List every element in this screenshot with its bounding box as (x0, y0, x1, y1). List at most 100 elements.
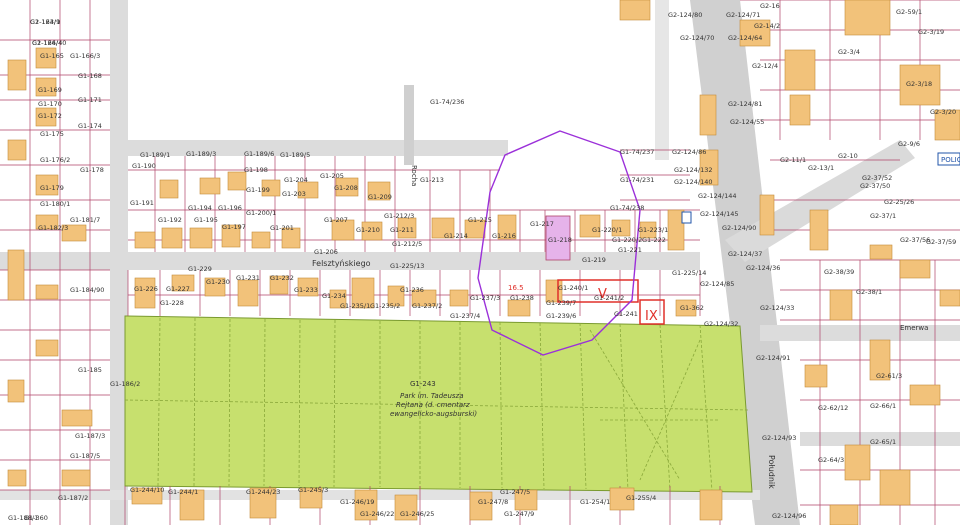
parcel-label: G1-220/1 (592, 226, 622, 234)
parcel-label: G1-244/1 (168, 488, 198, 496)
parcel-label: G1-189/1 (140, 151, 170, 159)
parcel-label: G1-209 (368, 193, 392, 201)
parcel-label: G1-196 (218, 204, 242, 212)
road-vertical-2 (655, 0, 669, 160)
parcel-label: G1-247/9 (504, 510, 534, 518)
parcel-label: G1-190 (132, 162, 156, 170)
parcel-label: G1-187/2 (58, 494, 88, 502)
parcel-label: G2-124/140 (674, 178, 713, 186)
parcel-label: G1-237/4 (450, 312, 480, 320)
parcel-label: G2-124/80 (668, 11, 702, 19)
parcel-label: G1-246/19 (340, 498, 374, 506)
parcel-label: G2-65/1 (870, 438, 896, 446)
parcel-label: G1-207 (324, 216, 348, 224)
parcel-label: G2-62/12 (818, 404, 848, 412)
parcel-label: G1-239/6 (546, 312, 576, 320)
parcel-label: G1-199 (246, 186, 270, 194)
parcel-label: G1-201 (270, 224, 294, 232)
parcel-label: G1-197 (222, 223, 246, 231)
parcel-label: G2-37/1 (870, 212, 896, 220)
parcel-label: G1-179 (40, 184, 64, 192)
parcel-label: G1-217 (530, 220, 554, 228)
parcel-label: G2-59/1 (896, 8, 922, 16)
parcel-label: G1-237/2 (412, 302, 442, 310)
parcel-label: G1-235/2 (370, 302, 400, 310)
parcel-label: G1-210 (356, 226, 380, 234)
parcel-label: G1-236 (400, 286, 424, 294)
parcel-label: G1-192 (158, 216, 182, 224)
parcel-label: G2-38/1 (856, 288, 882, 296)
parcel-label: G2-124/37 (728, 250, 762, 258)
parcel-label: G1-212/3 (384, 212, 414, 220)
parcel-label: G1-233 (294, 286, 318, 294)
parcel-label: G1-247/5 (500, 488, 530, 496)
parcel-label: G1-74/236 (430, 98, 464, 106)
parcel-label: G1-198 (244, 166, 268, 174)
parcel-label: G1-205 (320, 172, 344, 180)
parcel-label: G2-64/3 (818, 456, 844, 464)
parcel-label: G1-176/2 (40, 156, 70, 164)
parcel-label: G2-124/32 (704, 320, 738, 328)
parcel-label: G1-221 (618, 246, 642, 254)
parcel-label: G1-225/13 (390, 262, 424, 270)
parcel-label: G1-230 (206, 278, 230, 286)
parcel-label: G1-168 (78, 72, 102, 80)
parcel-label: G1-231 (236, 274, 260, 282)
parcel-label: G1-203 (282, 190, 306, 198)
parcel-label: G2-124/90 (722, 224, 756, 232)
parcel-label: G1-229 (188, 265, 212, 273)
parcel-label: G2-124/1 (30, 18, 60, 26)
parcel-label: G1-223/1 (638, 226, 668, 234)
parcel-label: G1-360 (24, 514, 48, 522)
parcel-label: G1-246/25 (400, 510, 434, 518)
parcel-label: G1-186/2 (110, 380, 140, 388)
parcel-label: G1-166/3 (70, 52, 100, 60)
parcel-label: G2-38/39 (824, 268, 854, 276)
parcel-label: G1-241/2 (594, 294, 624, 302)
parcel-label: G2-124/85 (700, 280, 734, 288)
parcel-label: G1-240/1 (558, 284, 588, 292)
parcel-label: G1-171 (78, 96, 102, 104)
street-label-east: Emerwa (900, 324, 928, 332)
parcel-label: G1-191 (130, 199, 154, 207)
parcel-label: G2-124/91 (756, 354, 790, 362)
parcel-label: G2-9/6 (898, 140, 920, 148)
bus-stop-icon[interactable] (681, 211, 692, 224)
street-label-short: Rocha (410, 165, 418, 186)
parcel-label: G1-170 (38, 100, 62, 108)
parcel-label: G1-178 (80, 166, 104, 174)
parcel-label: G2-13/1 (808, 164, 834, 172)
parcel-label: G1-169 (38, 86, 62, 94)
parcel-label: G2-124/96 (772, 512, 806, 520)
parcel-label: G2-11/1 (780, 156, 806, 164)
parcel-label: G1-246/22 (360, 510, 394, 518)
parcel-label: G1-206 (314, 248, 338, 256)
parcel-label: G1-213 (420, 176, 444, 184)
parcel-label: G1-208 (334, 184, 358, 192)
parcel-label: G1-181/7 (70, 216, 100, 224)
parcel-label: G1-189/3 (186, 150, 216, 158)
parcel-label: G1-225/14 (672, 269, 706, 277)
parcel-label: G2-124/33 (760, 304, 794, 312)
parcel-label: G1-189/5 (280, 151, 310, 159)
parcel-label: G1-74/238 (610, 204, 644, 212)
park-name-line2: Rejtana (d. cmentarz (396, 401, 470, 409)
parcel-label: G2-124/86 (672, 148, 706, 156)
parcel-label: G2-16 (760, 2, 780, 10)
parcel-label: G2-124/40 (32, 39, 66, 47)
parcel-label: G1-185 (78, 366, 102, 374)
parcel-label: G1-235/1 (340, 302, 370, 310)
parcel-label: G2-12/4 (752, 62, 778, 70)
parcel-label: G2-37/50 (860, 182, 890, 190)
parcel-label: G2-14/2 (754, 22, 780, 30)
park-name-line3: ewangelicko-augsburski) (390, 410, 477, 418)
parcel-label: G1-218 (548, 236, 572, 244)
parcel-label: G1-239/7 (546, 299, 576, 307)
cadastral-map[interactable]: V IX 16.5 Felsztyńskiego Południk Rocha … (0, 0, 960, 526)
parcel-label: G1-254/1 (580, 498, 610, 506)
parcel-label: G2-3/20 (930, 108, 956, 116)
parcel-label: G1-204 (284, 176, 308, 184)
park-parcel-label: G1-243 (410, 380, 436, 388)
parcel-label: G2-124/81 (728, 100, 762, 108)
park-name-line1: Park im. Tadeusza (400, 392, 464, 400)
